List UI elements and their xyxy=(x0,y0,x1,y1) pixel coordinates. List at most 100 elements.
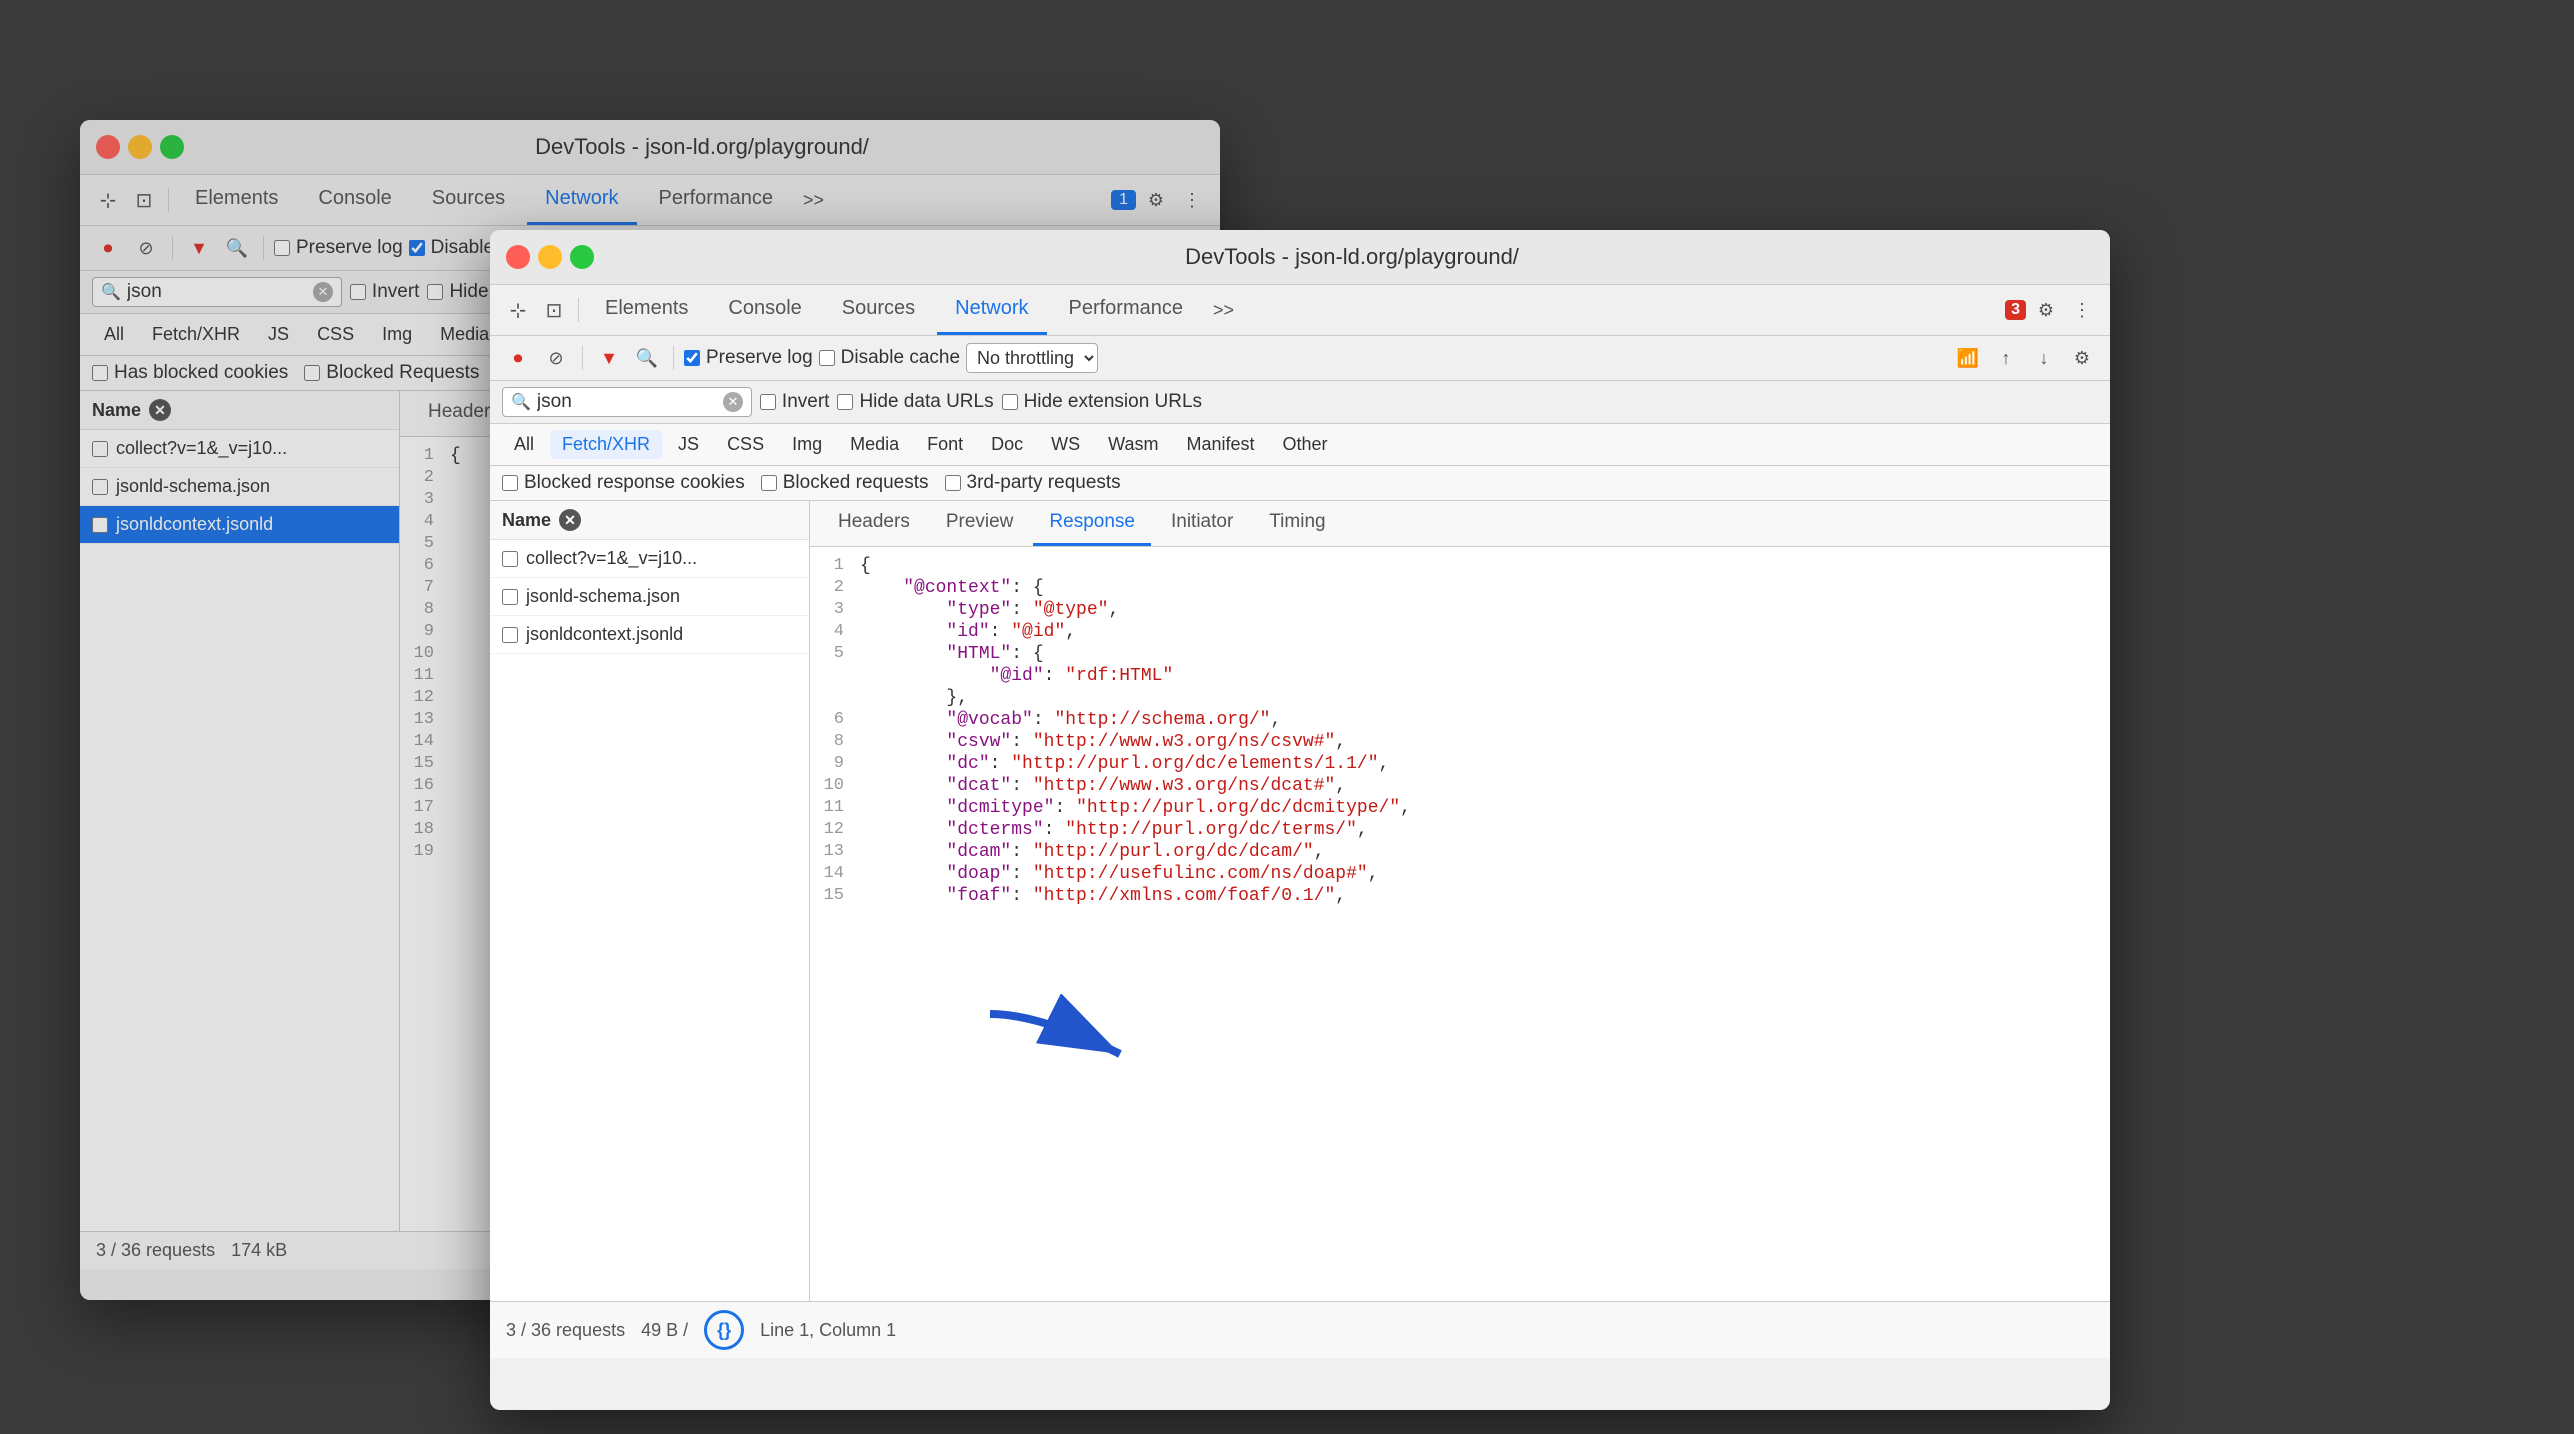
request-checkbox-0-back[interactable] xyxy=(92,441,108,457)
invert-label-front[interactable]: Invert xyxy=(760,391,830,413)
filter-font-front[interactable]: Font xyxy=(915,430,975,459)
inspect-icon-back[interactable]: ⊹ xyxy=(92,184,124,216)
filter-img-back[interactable]: Img xyxy=(370,320,424,349)
close-panel-btn-back[interactable]: ✕ xyxy=(149,399,171,421)
filter-js-front[interactable]: JS xyxy=(666,430,711,459)
maximize-button-back[interactable] xyxy=(160,135,184,159)
request-item-1-back[interactable]: jsonld-schema.json xyxy=(80,468,399,506)
tab-elements-front[interactable]: Elements xyxy=(587,285,706,335)
hide-extension-checkbox-front[interactable] xyxy=(1002,394,1018,410)
minimize-button-front[interactable] xyxy=(538,245,562,269)
disable-cache-checkbox-back[interactable] xyxy=(409,240,425,256)
wifi-icon-front[interactable]: 📶 xyxy=(1952,342,1984,374)
tab-console-back[interactable]: Console xyxy=(300,175,409,225)
request-item-0-back[interactable]: collect?v=1&_v=j10... xyxy=(80,430,399,468)
hide-data-urls-label-front[interactable]: Hide data URLs xyxy=(837,391,993,413)
invert-label-back[interactable]: Invert xyxy=(350,281,420,303)
search-icon-back[interactable]: 🔍 xyxy=(221,232,253,264)
filter-doc-front[interactable]: Doc xyxy=(979,430,1035,459)
filter-all-back[interactable]: All xyxy=(92,320,136,349)
detail-tab-response-front[interactable]: Response xyxy=(1033,501,1151,546)
search-clear-back[interactable]: ✕ xyxy=(313,282,333,302)
maximize-button-front[interactable] xyxy=(570,245,594,269)
detail-tab-timing-front[interactable]: Timing xyxy=(1253,501,1341,546)
blocked-requests-cb-front[interactable] xyxy=(761,475,777,491)
inspect-icon-front[interactable]: ⊹ xyxy=(502,294,534,326)
request-checkbox-0-front[interactable] xyxy=(502,551,518,567)
filter-wasm-front[interactable]: Wasm xyxy=(1096,430,1170,459)
record-btn-back[interactable]: ⏺ xyxy=(92,232,124,264)
close-button-front[interactable] xyxy=(506,245,530,269)
request-checkbox-1-front[interactable] xyxy=(502,589,518,605)
filter-other-front[interactable]: Other xyxy=(1271,430,1340,459)
request-checkbox-2-front[interactable] xyxy=(502,627,518,643)
tab-sources-back[interactable]: Sources xyxy=(414,175,523,225)
third-party-cb-front[interactable] xyxy=(945,475,961,491)
disable-cache-checkbox-front[interactable] xyxy=(819,350,835,366)
pretty-print-btn-front[interactable]: {} xyxy=(704,1310,744,1350)
tab-network-front[interactable]: Network xyxy=(937,285,1046,335)
blocked-cookies-label-back[interactable]: Has blocked cookies xyxy=(92,362,288,384)
filter-css-back[interactable]: CSS xyxy=(305,320,366,349)
request-checkbox-2-back[interactable] xyxy=(92,517,108,533)
request-item-2-back[interactable]: jsonldcontext.jsonld xyxy=(80,506,399,544)
filter-manifest-front[interactable]: Manifest xyxy=(1175,430,1267,459)
throttle-select-front[interactable]: No throttling xyxy=(966,343,1098,373)
tab-performance-back[interactable]: Performance xyxy=(641,175,792,225)
device-icon-front[interactable]: ⊡ xyxy=(538,294,570,326)
request-checkbox-1-back[interactable] xyxy=(92,479,108,495)
preserve-log-checkbox-front[interactable] xyxy=(684,350,700,366)
tab-sources-front[interactable]: Sources xyxy=(824,285,933,335)
search-input-front[interactable] xyxy=(537,391,717,413)
more-icon-back[interactable]: ⋮ xyxy=(1176,184,1208,216)
blocked-cookies-label-front[interactable]: Blocked response cookies xyxy=(502,472,745,494)
more-tabs-front[interactable]: >> xyxy=(1205,292,1242,329)
blocked-cookies-cb-front[interactable] xyxy=(502,475,518,491)
hide-data-urls-checkbox-back[interactable] xyxy=(427,284,443,300)
tab-elements-back[interactable]: Elements xyxy=(177,175,296,225)
filter-js-back[interactable]: JS xyxy=(256,320,301,349)
filter-img-front[interactable]: Img xyxy=(780,430,834,459)
filter-ws-front[interactable]: WS xyxy=(1039,430,1092,459)
filter-media-front[interactable]: Media xyxy=(838,430,911,459)
filter-icon-back[interactable]: ▼ xyxy=(183,232,215,264)
record-btn-front[interactable]: ⏺ xyxy=(502,342,534,374)
search-icon-front[interactable]: 🔍 xyxy=(631,342,663,374)
preserve-log-checkbox-back[interactable] xyxy=(274,240,290,256)
more-icon-front[interactable]: ⋮ xyxy=(2066,294,2098,326)
filter-fetch-xhr-back[interactable]: Fetch/XHR xyxy=(140,320,252,349)
filter-all-front[interactable]: All xyxy=(502,430,546,459)
detail-tab-initiator-front[interactable]: Initiator xyxy=(1155,501,1249,546)
settings-icon-front[interactable]: ⚙ xyxy=(2030,294,2062,326)
blocked-cookies-cb-back[interactable] xyxy=(92,365,108,381)
close-button-back[interactable] xyxy=(96,135,120,159)
tab-performance-front[interactable]: Performance xyxy=(1051,285,1202,335)
blocked-requests-label-front[interactable]: Blocked requests xyxy=(761,472,929,494)
third-party-label-front[interactable]: 3rd-party requests xyxy=(945,472,1121,494)
tab-network-back[interactable]: Network xyxy=(527,175,636,225)
search-clear-front[interactable]: ✕ xyxy=(723,392,743,412)
search-input-back[interactable] xyxy=(127,281,307,303)
detail-tab-preview-front[interactable]: Preview xyxy=(930,501,1030,546)
invert-checkbox-back[interactable] xyxy=(350,284,366,300)
settings2-icon-front[interactable]: ⚙ xyxy=(2066,342,2098,374)
more-tabs-back[interactable]: >> xyxy=(795,182,832,219)
preserve-log-label-back[interactable]: Preserve log xyxy=(274,237,403,259)
filter-icon-front[interactable]: ▼ xyxy=(593,342,625,374)
disable-cache-label-front[interactable]: Disable cache xyxy=(819,347,960,369)
close-panel-btn-front[interactable]: ✕ xyxy=(559,509,581,531)
clear-btn-front[interactable]: ⊘ xyxy=(540,342,572,374)
filter-css-front[interactable]: CSS xyxy=(715,430,776,459)
filter-fetch-xhr-front[interactable]: Fetch/XHR xyxy=(550,430,662,459)
upload-icon-front[interactable]: ↑ xyxy=(1990,342,2022,374)
request-item-0-front[interactable]: collect?v=1&_v=j10... xyxy=(490,540,809,578)
download-icon-front[interactable]: ↓ xyxy=(2028,342,2060,374)
hide-extension-label-front[interactable]: Hide extension URLs xyxy=(1002,391,1202,413)
preserve-log-label-front[interactable]: Preserve log xyxy=(684,347,813,369)
request-item-1-front[interactable]: jsonld-schema.json xyxy=(490,578,809,616)
blocked-requests-label-back[interactable]: Blocked Requests xyxy=(304,362,479,384)
hide-data-urls-checkbox-front[interactable] xyxy=(837,394,853,410)
minimize-button-back[interactable] xyxy=(128,135,152,159)
device-icon-back[interactable]: ⊡ xyxy=(128,184,160,216)
clear-btn-back[interactable]: ⊘ xyxy=(130,232,162,264)
